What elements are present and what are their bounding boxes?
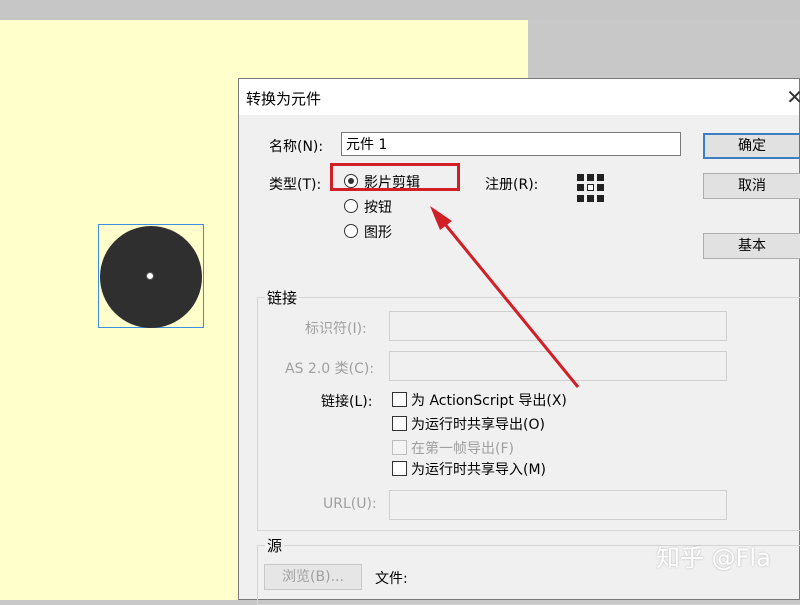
close-icon[interactable]: ✕ (786, 85, 800, 109)
top-strip (0, 0, 800, 20)
url-field (389, 490, 727, 520)
radio-graphic-label[interactable]: 图形 (364, 222, 392, 242)
radio-button[interactable] (344, 199, 358, 213)
type-label: 类型(T): (269, 177, 322, 193)
cancel-button[interactable]: 取消 (703, 173, 800, 199)
export-actionscript-checkbox[interactable] (392, 392, 407, 407)
linkage-label: 链接(L): (321, 394, 373, 410)
browse-button: 浏览(B)... (264, 564, 362, 590)
name-label: 名称(N): (269, 139, 324, 155)
url-label: URL(U): (323, 496, 377, 512)
convert-to-symbol-dialog: 转换为元件 ✕ 名称(N): 确定 取消 基本 类型(T): 影片剪辑 按钮 图… (238, 78, 800, 605)
ok-button[interactable]: 确定 (703, 133, 800, 159)
linkage-section-title: 链接 (265, 287, 300, 308)
radio-graphic[interactable] (344, 224, 358, 238)
import-runtime-share-checkbox[interactable] (392, 461, 407, 476)
dialog-titlebar[interactable]: 转换为元件 ✕ (239, 79, 800, 115)
import-runtime-share-label[interactable]: 为运行时共享导入(M) (411, 459, 546, 479)
name-field[interactable] (341, 132, 681, 156)
export-first-frame-label: 在第一帧导出(F) (411, 441, 514, 457)
registration-grid-icon[interactable] (577, 174, 605, 202)
export-actionscript-label[interactable]: 为 ActionScript 导出(X) (411, 390, 567, 410)
transform-point[interactable] (146, 272, 154, 280)
export-runtime-share-checkbox[interactable] (392, 416, 407, 431)
registration-label: 注册(R): (485, 177, 539, 193)
as-class-field (389, 351, 727, 381)
watermark: 知乎 @Fla (656, 544, 771, 572)
basic-button[interactable]: 基本 (703, 233, 800, 259)
export-runtime-share-label[interactable]: 为运行时共享导出(O) (411, 414, 545, 434)
file-label: 文件: (375, 571, 408, 587)
highlight-box-annotation (330, 163, 460, 191)
identifier-label: 标识符(I): (305, 321, 367, 337)
radio-button-label[interactable]: 按钮 (364, 197, 392, 217)
export-first-frame-checkbox (392, 440, 407, 455)
source-section-title: 源 (265, 535, 285, 556)
as-class-label: AS 2.0 类(C): (285, 361, 375, 377)
dialog-title: 转换为元件 (246, 90, 322, 108)
identifier-field (389, 311, 727, 341)
